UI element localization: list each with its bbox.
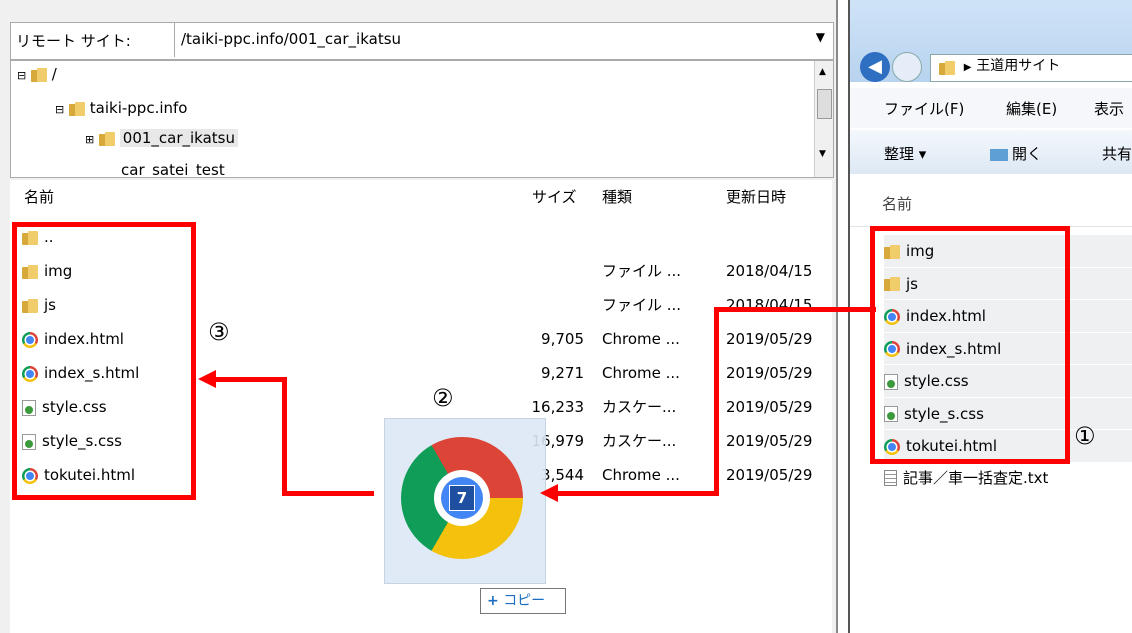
annotation-box-local — [870, 226, 1070, 464]
copy-label: コピー — [503, 593, 546, 609]
breadcrumb[interactable]: 王道用サイト — [976, 58, 1060, 74]
tree-label: 001_car_ikatsu — [119, 129, 239, 147]
arrow-head-left-icon — [198, 370, 216, 388]
menu-view[interactable]: 表示 — [1094, 98, 1124, 119]
menu-file[interactable]: ファイル(F) — [884, 98, 964, 119]
drag-count-badge: 7 — [449, 485, 475, 511]
command-bar: 整理 ▾ 開く 共有 — [850, 130, 1132, 174]
annotation-arrow-segment — [714, 307, 876, 312]
open-folder-icon — [990, 148, 1008, 161]
folder-icon — [99, 131, 115, 146]
scroll-down-icon[interactable]: ▼ — [819, 149, 826, 159]
column-size[interactable]: サイズ — [532, 180, 577, 214]
organize-button[interactable]: 整理 ▾ — [884, 143, 926, 164]
chevron-down-icon[interactable]: ▼ — [816, 30, 825, 44]
file-size: 9,705 — [541, 330, 584, 348]
annotation-arrow-segment — [214, 377, 287, 382]
file-date: 2019/05/29 — [726, 398, 813, 416]
column-name[interactable]: 名前 — [882, 193, 912, 214]
remote-tree[interactable]: ⊟ / ⊟ taiki-ppc.info ⊞ 001_car_ikatsu ca… — [10, 60, 834, 178]
remote-list-header: 名前 サイズ 種類 更新日時 — [10, 180, 832, 217]
folder-icon — [939, 60, 955, 75]
file-type: Chrome ... — [602, 364, 680, 382]
copy-tooltip: + コピー — [480, 588, 566, 614]
file-type: ファイル ... — [602, 296, 682, 314]
file-size: 9,271 — [541, 364, 584, 382]
file-type: ファイル ... — [602, 262, 682, 280]
file-date: 2019/05/29 — [726, 330, 813, 348]
remote-path-value: /taiki-ppc.info/001_car_ikatsu — [181, 30, 402, 48]
annotation-arrow-segment — [282, 377, 287, 496]
file-date: 2018/04/15 — [726, 262, 813, 280]
file-type: カスケー... — [602, 398, 677, 416]
address-bar[interactable]: ▶ 王道用サイト — [930, 54, 1132, 82]
scroll-up-icon[interactable]: ▲ — [819, 67, 826, 77]
tree-item-partial[interactable]: car_satei_test — [121, 161, 225, 178]
collapse-icon[interactable]: ⊟ — [55, 103, 64, 116]
column-type[interactable]: 種類 — [602, 180, 632, 214]
forward-button[interactable] — [892, 52, 922, 82]
tree-label: / — [51, 65, 57, 83]
explorer-list-header: 名前 — [850, 176, 1132, 227]
drag-preview: 7 — [384, 418, 546, 584]
open-button[interactable]: 開く — [990, 143, 1042, 164]
collapse-icon[interactable]: ⊟ — [17, 69, 26, 82]
file-type: カスケー... — [602, 432, 677, 450]
file-date: 2019/05/29 — [726, 364, 813, 382]
file-type: Chrome ... — [602, 466, 680, 484]
folder-icon — [31, 67, 47, 82]
expand-icon[interactable]: ⊞ — [85, 133, 94, 146]
remote-site-label: リモート サイト: — [16, 32, 131, 50]
tree-label: taiki-ppc.info — [89, 99, 188, 117]
tree-item-domain[interactable]: ⊟ taiki-ppc.info — [55, 99, 187, 117]
annotation-box-remote — [12, 222, 196, 500]
annotation-arrow-segment — [556, 491, 719, 496]
file-date: 2018/04/15 — [726, 296, 813, 314]
explorer-file-row[interactable]: 記事／車一括査定.txt — [884, 462, 1048, 494]
file-date: 2019/05/29 — [726, 432, 813, 450]
file-type: Chrome ... — [602, 330, 680, 348]
menu-bar: ファイル(F) 編集(E) 表示 — [850, 88, 1132, 128]
column-name[interactable]: 名前 — [24, 180, 54, 214]
back-button[interactable]: ◀ — [860, 52, 890, 82]
plus-icon: + — [487, 593, 499, 609]
arrow-left-icon: ◀ — [868, 56, 882, 77]
text-file-icon — [884, 470, 897, 486]
tree-scrollbar[interactable]: ▲ ▼ — [814, 61, 833, 177]
tree-item-root[interactable]: ⊟ / — [17, 65, 57, 83]
scroll-thumb[interactable] — [817, 89, 832, 119]
menu-edit[interactable]: 編集(E) — [1006, 98, 1057, 119]
folder-icon — [69, 101, 85, 116]
annotation-arrow-segment — [282, 491, 374, 496]
annotation-label-1: ① — [1074, 422, 1096, 450]
file-name: 記事／車一括査定.txt — [903, 468, 1049, 487]
annotation-label-3: ③ — [208, 318, 230, 346]
annotation-arrow-segment — [714, 307, 719, 496]
open-label: 開く — [1012, 145, 1043, 163]
tree-label: car_satei_test — [121, 161, 225, 178]
arrow-head-left-icon — [540, 484, 558, 502]
column-date[interactable]: 更新日時 — [726, 180, 786, 214]
chevron-right-icon: ▶ — [963, 62, 972, 73]
remote-path-input[interactable]: /taiki-ppc.info/001_car_ikatsu ▼ — [174, 23, 833, 57]
annotation-label-2: ② — [432, 384, 454, 412]
tree-item-current[interactable]: ⊞ 001_car_ikatsu — [85, 129, 239, 147]
file-date: 2019/05/29 — [726, 466, 813, 484]
share-button[interactable]: 共有 — [1102, 143, 1132, 164]
